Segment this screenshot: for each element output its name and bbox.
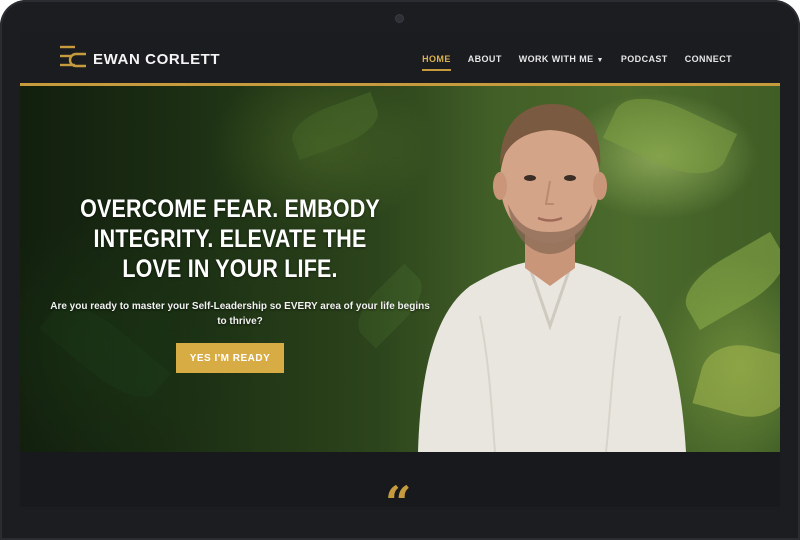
nav-item-label: WORK WITH ME	[518, 54, 594, 64]
site-header: EWAN CORLETT HOME ABOUT WORK WITH ME ▼ PO…	[20, 33, 780, 86]
nav-item-podcast[interactable]: PODCAST	[621, 54, 668, 71]
nav-item-label: ABOUT	[467, 54, 502, 64]
quote-mark-icon: “	[385, 476, 412, 507]
hero-headline: OVERCOME FEAR. EMBODY INTEGRITY. ELEVATE…	[80, 195, 380, 283]
nav-item-about[interactable]: ABOUT	[468, 54, 502, 71]
chevron-down-icon: ▼	[596, 57, 604, 64]
portrait-image	[418, 104, 686, 452]
laptop-frame: EWAN CORLETT HOME ABOUT WORK WITH ME ▼ PO…	[0, 0, 800, 540]
nav-item-work-with-me[interactable]: WORK WITH ME ▼	[519, 54, 604, 71]
nav-item-connect[interactable]: CONNECT	[685, 54, 732, 71]
nav-item-home[interactable]: HOME	[422, 54, 451, 71]
testimonial-section: “	[20, 452, 780, 507]
logo-monogram-icon	[60, 45, 86, 68]
nav-item-label: HOME	[422, 54, 451, 64]
camera-icon	[396, 15, 403, 22]
main-nav: HOME ABOUT WORK WITH ME ▼ PODCAST CONNECT	[405, 54, 732, 71]
hero-subheadline: Are you ready to master your Self-Leader…	[50, 301, 430, 327]
site-logo[interactable]: EWAN CORLETT	[57, 44, 220, 74]
foliage-decoration	[692, 335, 780, 427]
nav-item-label: PODCAST	[620, 54, 668, 64]
yes-im-ready-button[interactable]: YES I'M READY	[176, 343, 284, 373]
brand-name: EWAN CORLETT	[93, 50, 221, 68]
hero-section: OVERCOME FEAR. EMBODY INTEGRITY. ELEVATE…	[20, 86, 780, 452]
nav-item-label: CONNECT	[684, 54, 732, 64]
screen: EWAN CORLETT HOME ABOUT WORK WITH ME ▼ PO…	[20, 33, 780, 507]
